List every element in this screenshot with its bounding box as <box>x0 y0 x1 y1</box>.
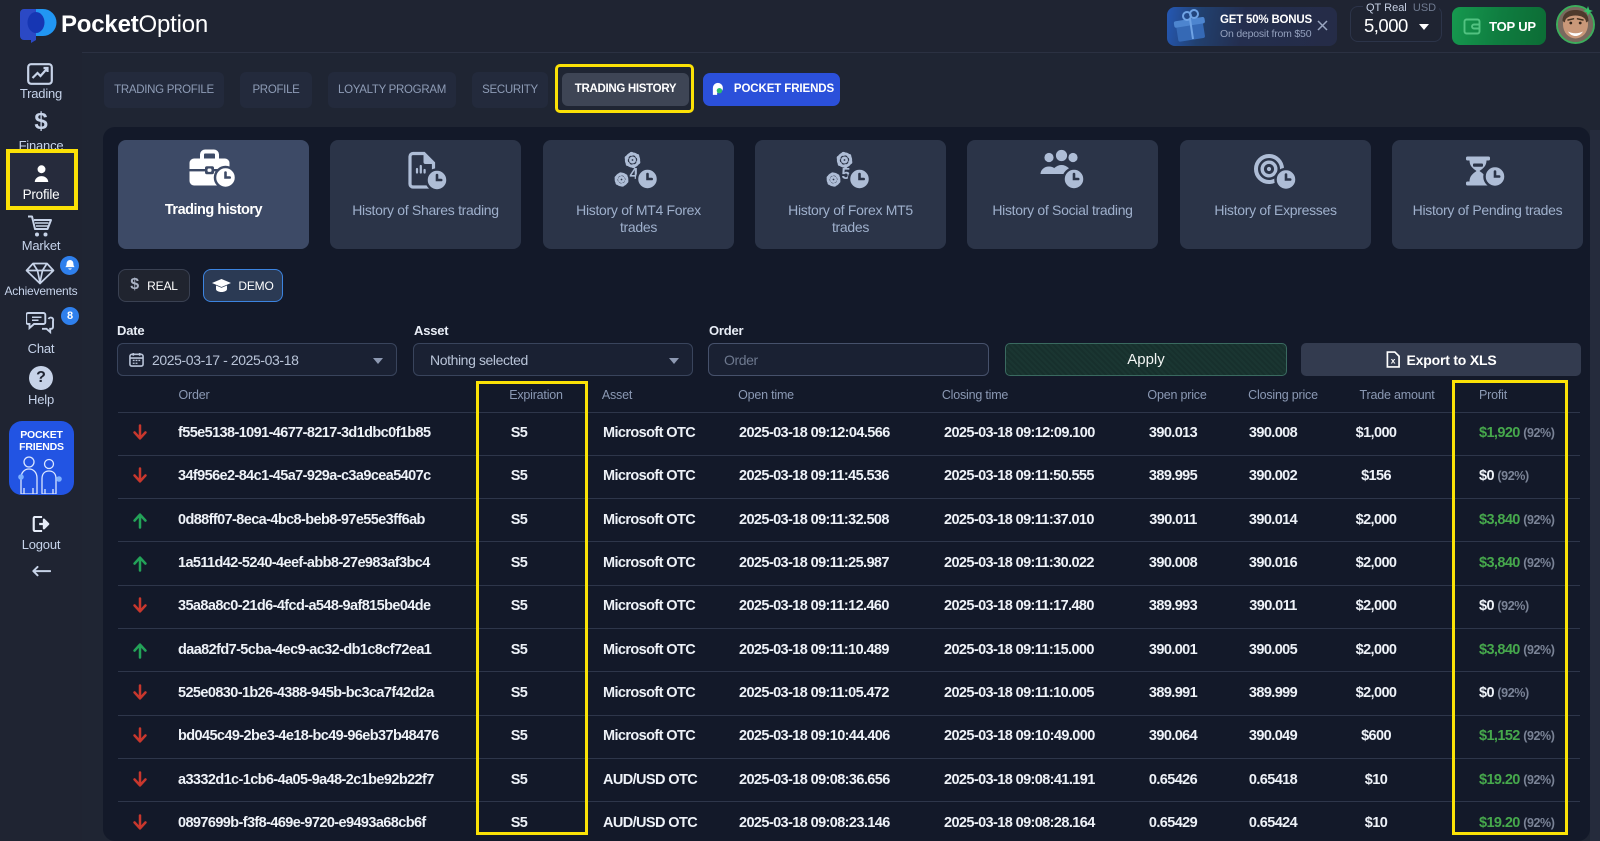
svg-text:x: x <box>1390 356 1395 366</box>
